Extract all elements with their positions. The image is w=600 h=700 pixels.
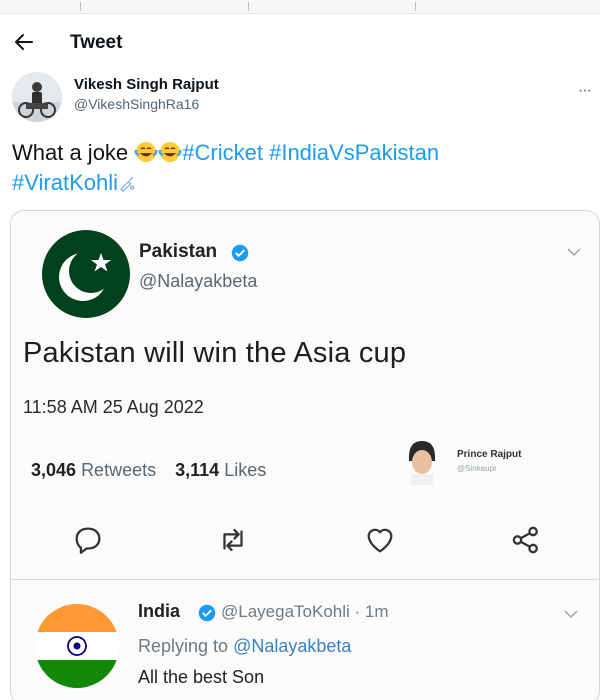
replying-to: Replying to @Nalayakbeta bbox=[138, 636, 351, 657]
browser-top-strip bbox=[0, 0, 600, 14]
embedded-author-name: Pakistan bbox=[139, 241, 218, 262]
tweet-actions bbox=[11, 523, 599, 563]
cricket-bat-emoji bbox=[120, 176, 135, 192]
reply-author-name: India bbox=[138, 601, 181, 621]
embedded-tweet-screenshot[interactable]: Pakistan @Nalayakbeta Pakistan will win … bbox=[10, 210, 600, 700]
more-horizontal-icon[interactable]: ··· bbox=[578, 82, 592, 100]
tweet-text: What a joke bbox=[12, 140, 135, 165]
author-name[interactable]: Vikesh Singh Rajput bbox=[74, 76, 219, 93]
author-handle[interactable]: @VikeshSinghRa16 bbox=[74, 96, 199, 112]
avatar[interactable] bbox=[12, 72, 62, 122]
engagement-stats: 3,046 Retweets 3,114 Likes bbox=[31, 460, 266, 481]
tweet-body: What a joke #Cricket #IndiaVsPakistan #Vi… bbox=[12, 138, 582, 198]
tweet-author: Vikesh Singh Rajput @VikeshSinghRa16 ··· bbox=[0, 70, 600, 126]
arrow-left-icon[interactable] bbox=[12, 30, 36, 54]
face-with-tears-of-joy-emoji bbox=[158, 142, 182, 162]
hashtag-cricket[interactable]: #Cricket bbox=[182, 140, 263, 165]
share-icon[interactable] bbox=[509, 523, 543, 557]
replying-to-prefix: Replying to bbox=[138, 636, 234, 656]
like-icon[interactable] bbox=[363, 523, 397, 557]
embedded-tweet-timestamp: 11:58 AM 25 Aug 2022 bbox=[23, 397, 204, 417]
divider bbox=[11, 579, 599, 580]
retweet-icon[interactable] bbox=[216, 523, 250, 557]
page-header: Tweet bbox=[0, 24, 600, 64]
pakistan-flag-avatar bbox=[42, 230, 130, 318]
embedded-tweet-text: Pakistan will win the Asia cup bbox=[23, 337, 407, 369]
india-flag-avatar bbox=[35, 604, 119, 688]
hashtag-viratkohli[interactable]: #ViratKohli bbox=[12, 170, 118, 195]
verified-badge-icon bbox=[231, 244, 249, 262]
retweets-count: 3,046 bbox=[31, 460, 77, 480]
verified-badge-icon bbox=[198, 604, 216, 622]
chevron-down-icon bbox=[564, 610, 578, 619]
chevron-down-icon bbox=[567, 248, 581, 257]
hashtag-indiavspakistan[interactable]: #IndiaVsPakistan bbox=[269, 140, 439, 165]
reply-tweet-text: All the best Son bbox=[138, 667, 265, 687]
replying-to-mention: @Nalayakbeta bbox=[233, 636, 352, 656]
face-with-tears-of-joy-emoji bbox=[134, 142, 158, 162]
reply-author-handle-time: @LayegaToKohli · 1m bbox=[221, 602, 389, 621]
overlay-avatar bbox=[399, 435, 445, 485]
overlay-name: Prince Rajput bbox=[457, 449, 522, 460]
overlay-handle: @Sinkaupr bbox=[457, 464, 497, 473]
likes-count: 3,114 bbox=[175, 460, 220, 480]
page-title: Tweet bbox=[70, 32, 123, 53]
reply-icon[interactable] bbox=[71, 523, 105, 557]
embedded-author-handle: @Nalayakbeta bbox=[139, 271, 258, 291]
likes-label: Likes bbox=[224, 460, 267, 480]
avatar-photo bbox=[12, 72, 62, 122]
retweets-label: Retweets bbox=[81, 460, 157, 480]
